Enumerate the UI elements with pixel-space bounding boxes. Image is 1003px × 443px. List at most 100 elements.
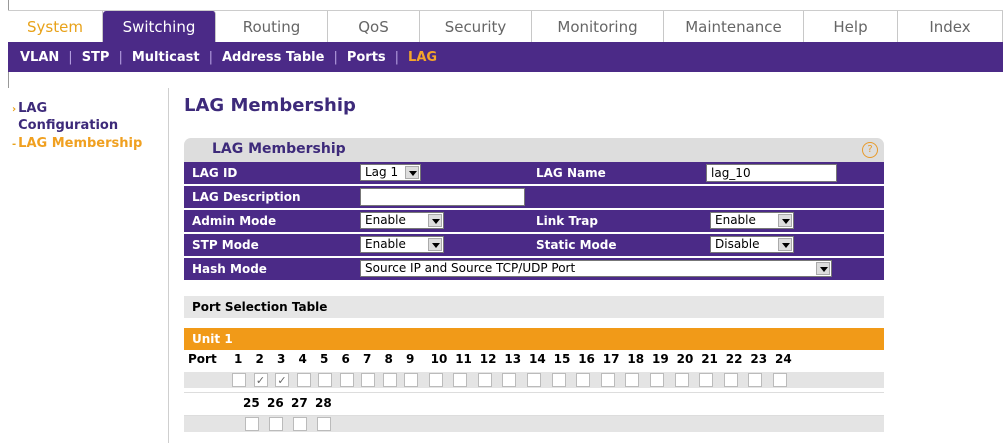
tab-system[interactable]: System <box>8 11 103 43</box>
dash-icon: - <box>12 139 17 150</box>
subnav-vlan[interactable]: VLAN <box>20 50 59 65</box>
lag-id-label: LAG ID <box>192 166 238 180</box>
panel-header: LAG Membership ? <box>184 138 884 162</box>
port-checkbox-23[interactable] <box>748 373 763 387</box>
port-number: 14 <box>529 352 546 366</box>
port-checkbox-13[interactable] <box>502 373 517 387</box>
chevron-down-icon <box>428 214 442 227</box>
port-number: 15 <box>553 352 571 366</box>
port-checkbox-27[interactable] <box>293 417 307 431</box>
port-checkbox-12[interactable] <box>477 373 492 387</box>
lag-name-label: LAG Name <box>536 166 606 180</box>
port-number: 13 <box>504 352 522 366</box>
subnav-ports[interactable]: Ports <box>347 50 386 65</box>
tab-help[interactable]: Help <box>804 11 898 43</box>
port-checkbox-11[interactable] <box>453 373 468 387</box>
panel-title: LAG Membership <box>212 141 346 157</box>
chevron-down-icon <box>405 166 419 179</box>
port-checkbox-10[interactable] <box>428 373 443 387</box>
port-number: 18 <box>627 352 645 366</box>
port-label: Port <box>188 352 217 366</box>
port-checkbox-15[interactable] <box>551 373 566 387</box>
port-checkbox-9[interactable] <box>404 373 418 387</box>
port-number: 17 <box>602 352 620 366</box>
port-checkbox-5[interactable] <box>318 373 332 387</box>
tab-qos[interactable]: QoS <box>328 11 420 43</box>
stp-mode-select[interactable]: Enable <box>360 236 444 253</box>
link-trap-select[interactable]: Enable <box>710 212 794 229</box>
row-admin-mode: Admin Mode Enable Link Trap Enable <box>184 210 884 234</box>
tab-switching[interactable]: Switching <box>103 11 216 43</box>
port-checkbox-1[interactable] <box>232 373 246 387</box>
port-checkbox-17[interactable] <box>600 373 615 387</box>
port-checkbox-7[interactable] <box>361 373 375 387</box>
port-checkbox-8[interactable] <box>382 373 397 387</box>
port-checkbox-6[interactable] <box>339 373 354 387</box>
port-checkbox-4[interactable] <box>296 373 311 387</box>
port-checkbox-19[interactable] <box>650 373 664 387</box>
port-number: 10 <box>430 352 448 366</box>
help-icon[interactable]: ? <box>862 142 878 158</box>
port-number: 5 <box>320 352 329 366</box>
port-number: 23 <box>750 352 768 366</box>
port-number: 7 <box>363 352 372 366</box>
port-number: 20 <box>676 352 694 366</box>
port-number: 9 <box>406 352 415 366</box>
port-number: 22 <box>725 352 743 366</box>
chevron-down-icon <box>428 238 442 251</box>
sidebar-item-lag-membership[interactable]: - LAG Membership <box>12 136 143 151</box>
port-checkbox-3[interactable]: ✓ <box>275 373 289 387</box>
port-checkbox-25[interactable] <box>245 417 259 431</box>
subnav-lag[interactable]: LAG <box>408 50 437 65</box>
port-row-2 <box>184 392 884 416</box>
port-checkbox-28[interactable] <box>317 417 331 431</box>
port-number: 3 <box>277 352 286 366</box>
port-number: 28 <box>315 396 332 410</box>
top-tabs: System Switching Routing QoS Security Mo… <box>8 10 1003 43</box>
port-checkbox-26[interactable] <box>269 417 283 431</box>
row-lag-description: LAG Description <box>184 186 884 210</box>
tab-maintenance[interactable]: Maintenance <box>664 11 804 43</box>
port-checkbox-24[interactable] <box>773 373 787 387</box>
port-number: 1 <box>234 352 243 366</box>
port-number: 4 <box>298 352 307 366</box>
admin-mode-label: Admin Mode <box>192 214 277 228</box>
port-checkbox-14[interactable] <box>527 373 541 387</box>
port-number: 8 <box>384 352 393 366</box>
unit-header[interactable]: Unit 1 <box>184 328 884 350</box>
port-checkbox-18[interactable] <box>625 373 640 387</box>
static-mode-label: Static Mode <box>536 238 617 252</box>
port-checkbox-21[interactable] <box>699 373 714 387</box>
port-number: 25 <box>243 396 260 410</box>
stp-mode-label: STP Mode <box>192 238 259 252</box>
lag-description-input[interactable] <box>360 188 525 206</box>
subnav-multicast[interactable]: Multicast <box>132 50 200 65</box>
arrow-right-icon: › <box>12 104 17 115</box>
tab-routing[interactable]: Routing <box>216 11 328 43</box>
port-checkbox-20[interactable] <box>674 373 689 387</box>
port-checkbox-16[interactable] <box>576 373 591 387</box>
port-checkbox-22[interactable] <box>723 373 738 387</box>
hash-mode-label: Hash Mode <box>192 262 267 276</box>
lag-description-label: LAG Description <box>192 190 301 204</box>
sidebar-item-lag-configuration[interactable]: › LAG Configuration <box>12 100 138 134</box>
admin-mode-select[interactable]: Enable <box>360 212 444 229</box>
form-grid: LAG ID Lag 1 LAG Name lag_10 LAG Descrip… <box>184 162 884 282</box>
hash-mode-select[interactable]: Source IP and Source TCP/UDP Port <box>360 260 832 277</box>
lag-name-input[interactable]: lag_10 <box>706 164 837 182</box>
sub-navigation: VLAN | STP | Multicast | Address Table | Por… <box>8 42 1003 72</box>
port-number: 27 <box>291 396 308 410</box>
tab-index[interactable]: Index <box>898 11 1003 43</box>
tab-monitoring[interactable]: Monitoring <box>532 11 664 43</box>
port-checkbox-2[interactable]: ✓ <box>253 373 268 387</box>
port-number: 2 <box>255 352 264 366</box>
chevron-down-icon <box>778 214 792 227</box>
row-lag-id: LAG ID Lag 1 LAG Name lag_10 <box>184 162 884 186</box>
lag-id-select[interactable]: Lag 1 <box>360 164 421 181</box>
port-number: 12 <box>479 352 497 366</box>
page-title: LAG Membership <box>184 95 356 116</box>
subnav-address-table[interactable]: Address Table <box>222 50 324 65</box>
subnav-stp[interactable]: STP <box>82 50 110 65</box>
tab-security[interactable]: Security <box>420 11 532 43</box>
static-mode-select[interactable]: Disable <box>710 236 794 253</box>
